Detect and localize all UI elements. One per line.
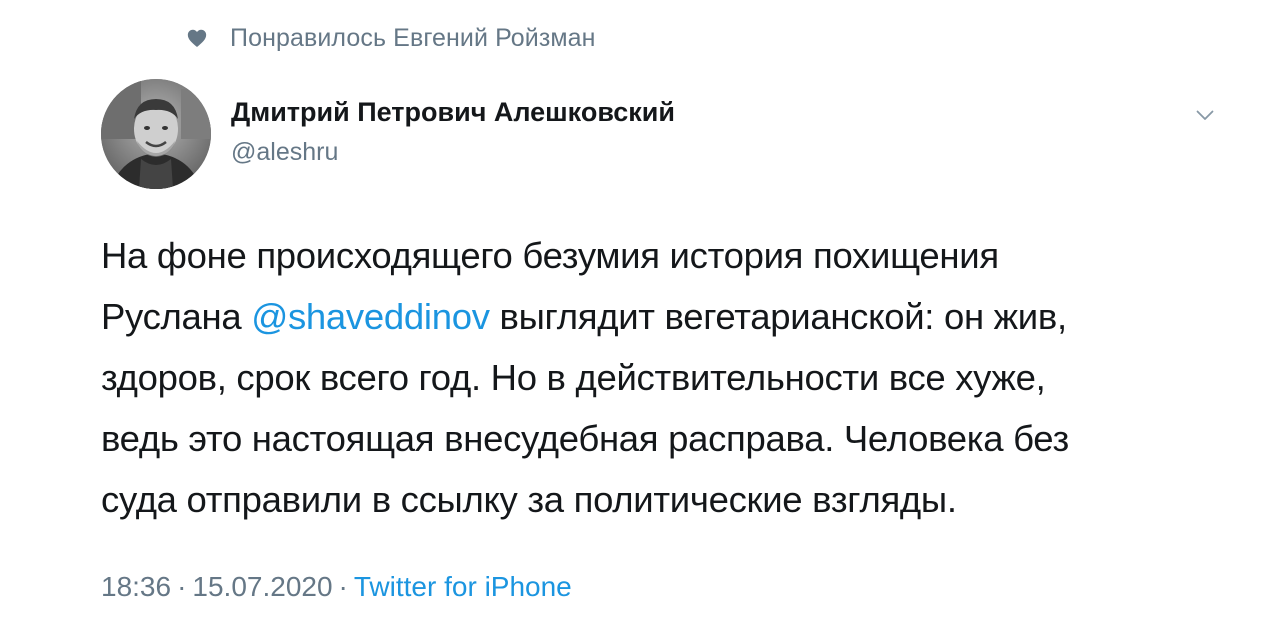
- liked-by-row[interactable]: Понравилось Евгений Ройзман: [186, 22, 596, 54]
- meta-separator: ·: [177, 571, 187, 602]
- tweet-meta: 18:36 · 15.07.2020 · Twitter for iPhone: [101, 571, 572, 603]
- tweet-time[interactable]: 18:36: [101, 571, 171, 602]
- author-handle[interactable]: @aleshru: [231, 138, 338, 167]
- heart-icon: [187, 29, 207, 47]
- tweet-source-link[interactable]: Twitter for iPhone: [354, 571, 572, 602]
- avatar[interactable]: [101, 79, 211, 189]
- tweet-line: Руслана @shaveddinov выглядит вегетариан…: [101, 286, 1221, 347]
- tweet-text-fragment: Руслана: [101, 296, 252, 337]
- author-name[interactable]: Дмитрий Петрович Алешковский: [231, 97, 675, 128]
- tweet-line: ведь это настоящая внесудебная расправа.…: [101, 418, 1069, 459]
- meta-separator: ·: [338, 571, 348, 602]
- tweet-line: На фоне происходящего безумия история по…: [101, 235, 999, 276]
- tweet-line: здоров, срок всего год. Но в действитель…: [101, 357, 1046, 398]
- tweet-card: Понравилось Евгений Ройзман Дмитрий Петр…: [0, 0, 1280, 631]
- tweet-menu-button[interactable]: [1190, 102, 1220, 128]
- mention-link[interactable]: @shaveddinov: [251, 296, 490, 337]
- tweet-line: суда отправили в ссылку за политические …: [101, 479, 957, 520]
- tweet-text: На фоне происходящего безумия история по…: [101, 225, 1221, 530]
- avatar-image: [101, 79, 211, 189]
- tweet-text-fragment: выглядит вегетарианской: он жив,: [489, 296, 1067, 337]
- liked-by-text: Понравилось Евгений Ройзман: [230, 23, 596, 52]
- tweet-date[interactable]: 15.07.2020: [192, 571, 332, 602]
- chevron-down-icon: [1196, 110, 1214, 120]
